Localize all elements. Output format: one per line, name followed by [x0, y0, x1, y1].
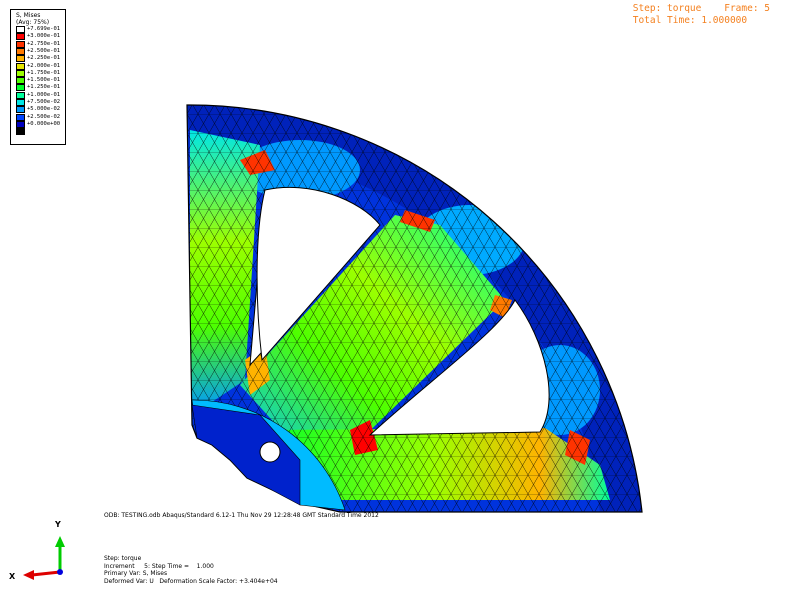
x-axis-line [31, 570, 61, 577]
status-deformed-var: Deformed Var: U Deformation Scale Factor… [104, 577, 278, 585]
odb-info: ODB: TESTING.odb Abaqus/Standard 6.12-1 … [104, 512, 379, 519]
y-axis-arrow [55, 536, 65, 547]
status-increment: Increment 5: Step Time = 1.000 [104, 562, 214, 570]
z-axis-dot [57, 569, 63, 575]
bolt-hole [259, 441, 281, 463]
status-primary-var: Primary Var: S, Mises [104, 570, 168, 577]
x-axis-arrow [23, 570, 34, 580]
status-step: Step: torque [104, 555, 142, 562]
x-axis-label: X [9, 572, 16, 581]
axis-triad: Y X [9, 520, 65, 581]
status-block: Step: torque Increment 5: Step Time = 1.0… [104, 555, 278, 585]
y-axis-label: Y [54, 520, 61, 529]
